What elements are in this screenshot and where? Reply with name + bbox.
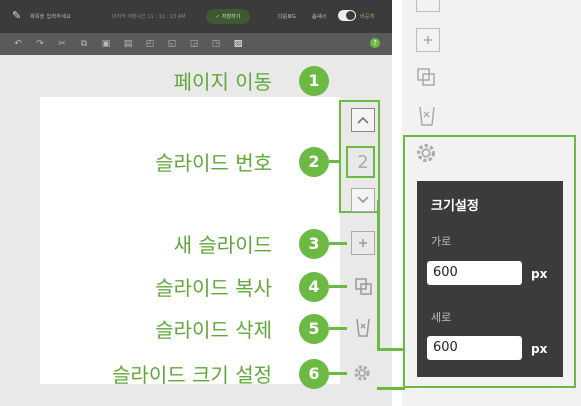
plus-icon — [359, 239, 367, 247]
copy-slide-button-zoomed[interactable] — [414, 65, 438, 89]
slide-number-display: 2 — [357, 151, 369, 173]
callout-number-1: 1 — [299, 66, 329, 96]
callout-number-2: 2 — [299, 147, 329, 177]
save-label: 저장하기 — [221, 14, 241, 20]
callout-number-5: 5 — [299, 314, 329, 344]
callout-label-slide-number: 슬라이드 번호 — [155, 151, 272, 175]
callout-label-page-navigation: 페이지 이동 — [173, 70, 272, 94]
privacy-label: 비공개 — [360, 14, 374, 20]
lock-icon[interactable]: ▨ — [232, 38, 244, 50]
menu-option[interactable]: 옵셔너 — [312, 13, 326, 20]
size-settings-popup: 크기설정 가로 600 px 세로 600 px — [417, 181, 563, 377]
bring-forward-icon[interactable]: ◲ — [188, 38, 200, 50]
callout-number-4: 4 — [299, 272, 329, 302]
copy-icon — [355, 278, 372, 295]
popup-title: 크기설정 — [431, 199, 479, 214]
page-up-button[interactable] — [351, 108, 375, 132]
copy-icon — [417, 68, 435, 86]
callout-label-slide-size: 슬라이드 크기 설정 — [112, 363, 272, 387]
delete-slide-button[interactable] — [351, 315, 375, 339]
height-input[interactable]: 600 — [427, 336, 522, 360]
slide-size-button[interactable] — [350, 361, 374, 385]
top-bar: ✎ 제목을 입력하세요 마지막 저장시간 11 : 11 : 13 AM ✓ 저… — [0, 0, 392, 33]
save-icon: ✓ — [215, 13, 220, 20]
callout-number-6: 6 — [299, 359, 329, 389]
connector-line — [329, 327, 347, 330]
width-input[interactable]: 600 — [427, 261, 522, 285]
connector-line — [377, 387, 405, 390]
trash-icon — [419, 106, 435, 126]
redo-icon[interactable]: ↷ — [34, 38, 46, 50]
trash-icon — [356, 318, 370, 337]
toolbar: ↶ ↷ ✂ ⧉ ▣ ▤ ◰ ◱ ◲ ◳ ▨ ? — [0, 33, 392, 55]
page-down-button[interactable] — [351, 188, 375, 212]
callout-number-3: 3 — [299, 229, 329, 259]
connector-line — [377, 348, 405, 351]
copy-slide-button[interactable] — [351, 274, 375, 298]
gear-icon — [354, 365, 370, 381]
cut-icon[interactable]: ✂ — [56, 38, 68, 50]
connector-line — [329, 285, 347, 288]
help-icon[interactable]: ? — [370, 38, 380, 48]
connector-line — [329, 372, 347, 375]
send-backward-icon[interactable]: ◳ — [210, 38, 222, 50]
connector-line — [329, 242, 347, 245]
group-icon[interactable]: ◰ — [144, 38, 156, 50]
document-title[interactable]: 제목을 입력하세요 — [30, 13, 71, 20]
page-down-button-zoomed[interactable] — [416, 0, 440, 12]
height-label: 세로 — [431, 311, 452, 324]
delete-slide-button-zoomed[interactable] — [415, 104, 439, 128]
width-unit: px — [531, 267, 548, 281]
delete-icon[interactable]: ▤ — [122, 38, 134, 50]
chevron-up-icon — [357, 116, 369, 124]
copy-icon[interactable]: ⧉ — [78, 38, 90, 50]
new-slide-button[interactable] — [351, 231, 375, 255]
undo-icon[interactable]: ↶ — [12, 38, 24, 50]
autosave-status: 마지막 저장시간 11 : 11 : 13 AM — [112, 14, 186, 20]
pencil-icon[interactable]: ✎ — [12, 9, 22, 22]
height-unit: px — [531, 342, 548, 356]
paste-icon[interactable]: ▣ — [100, 38, 112, 50]
width-label: 가로 — [431, 235, 452, 248]
plus-icon — [424, 36, 432, 44]
callout-label-copy-slide: 슬라이드 복사 — [155, 276, 272, 300]
connector-line — [377, 200, 380, 350]
ungroup-icon[interactable]: ◱ — [166, 38, 178, 50]
menu-download[interactable]: 다운로드 — [278, 13, 296, 20]
new-slide-button-zoomed[interactable] — [416, 28, 440, 52]
chevron-down-icon — [357, 196, 369, 204]
callout-label-new-slide: 새 슬라이드 — [173, 233, 272, 257]
callout-label-delete-slide: 슬라이드 삭제 — [155, 318, 272, 342]
privacy-toggle[interactable] — [338, 10, 356, 21]
connector-line — [329, 160, 339, 163]
save-button[interactable]: ✓ 저장하기 — [206, 9, 250, 24]
